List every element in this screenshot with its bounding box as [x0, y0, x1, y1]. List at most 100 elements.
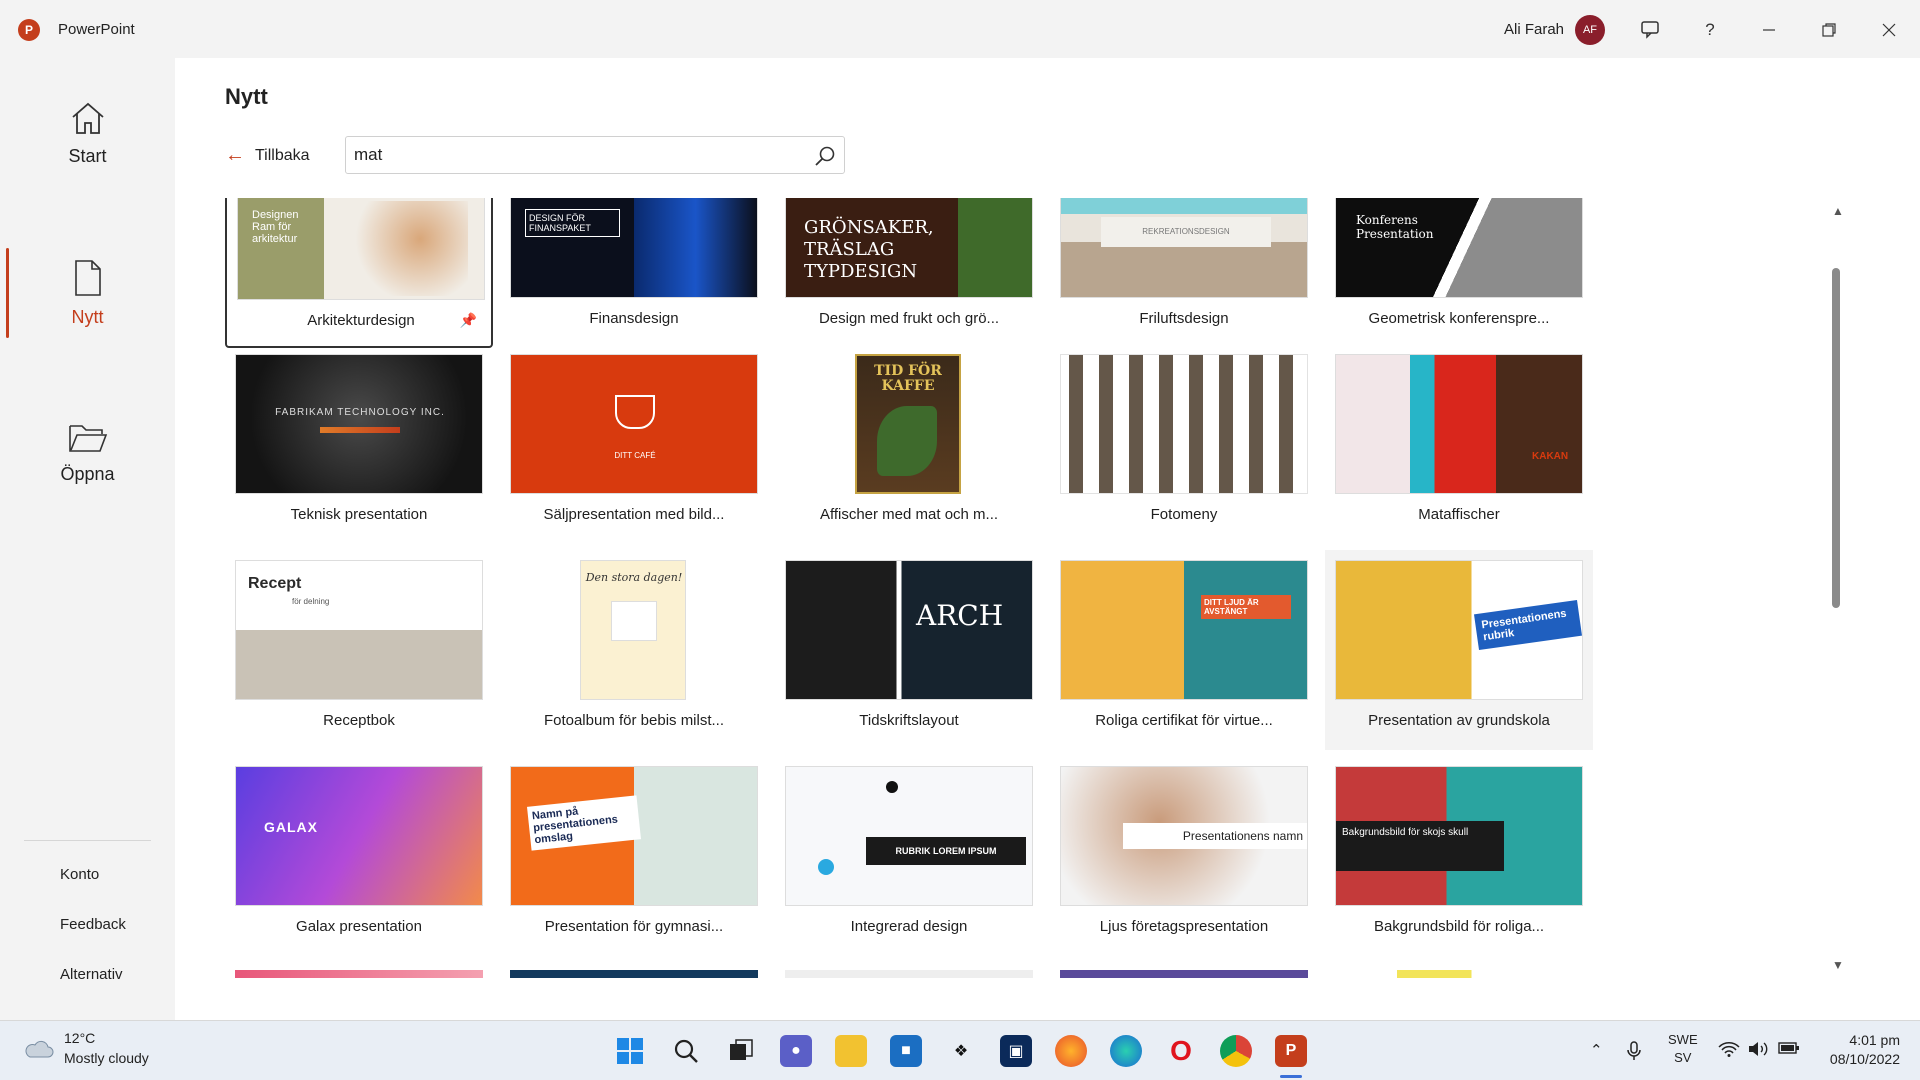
- scrollbar-thumb[interactable]: [1832, 268, 1840, 608]
- thumb-text: Konferens Presentation: [1356, 213, 1434, 241]
- nav-new[interactable]: Nytt: [0, 228, 175, 358]
- template-card[interactable]: REKREATIONSDESIGN Friluftsdesign: [1050, 198, 1318, 348]
- template-thumbnail-peek[interactable]: [1335, 970, 1583, 978]
- template-thumbnail-peek[interactable]: [785, 970, 1033, 978]
- wifi-icon[interactable]: [1718, 1041, 1740, 1061]
- template-card[interactable]: DITT LJUD ÄR AVSTÄNGT Roliga certifikat …: [1050, 550, 1318, 750]
- template-card[interactable]: KAKAN Mataffischer: [1325, 344, 1593, 544]
- powerpoint-taskbar-icon[interactable]: P: [1275, 1035, 1307, 1067]
- template-card[interactable]: Recept för delning Receptbok: [225, 550, 493, 750]
- search-box[interactable]: [345, 136, 845, 174]
- thumb-text: Recept: [248, 575, 302, 592]
- template-card[interactable]: Den stora dagen! Fotoalbum för bebis mil…: [500, 550, 768, 750]
- template-card[interactable]: Namn på presentationens omslag Presentat…: [500, 756, 768, 956]
- battery-icon[interactable]: [1778, 1041, 1800, 1059]
- close-icon[interactable]: [1871, 12, 1907, 48]
- pin-icon[interactable]: 📌: [460, 312, 477, 329]
- template-label: Friluftsdesign: [1139, 310, 1229, 327]
- template-card[interactable]: TID FÖR KAFFE Affischer med mat och m...: [775, 344, 1043, 544]
- chrome-icon[interactable]: [1220, 1035, 1252, 1067]
- thumb-text: RUBRIK LOREM IPSUM: [866, 837, 1026, 865]
- microsoft-store-icon[interactable]: ■: [890, 1035, 922, 1067]
- restore-icon[interactable]: [1811, 12, 1847, 48]
- template-card[interactable]: Presentationens rubrik Presentation av g…: [1325, 550, 1593, 750]
- help-icon[interactable]: ?: [1692, 12, 1728, 48]
- template-card[interactable]: DITT CAFÉ Säljpresentation med bild...: [500, 344, 768, 544]
- volume-icon[interactable]: [1748, 1041, 1770, 1061]
- app-title: PowerPoint: [58, 21, 135, 38]
- template-thumbnail: TID FÖR KAFFE: [855, 354, 961, 494]
- template-thumbnail-peek[interactable]: [1060, 970, 1308, 978]
- template-thumbnail: Bakgrundsbild för skojs skull: [1335, 766, 1583, 906]
- nav-account[interactable]: Konto: [60, 866, 99, 883]
- thumb-text: Designen Ram för arkitektur: [252, 209, 299, 245]
- template-card[interactable]: GRÖNSAKER, TRÄSLAG TYPDESIGN Design med …: [775, 198, 1043, 348]
- back-button[interactable]: ← Tillbaka: [225, 144, 310, 167]
- template-card[interactable]: GALAX Galax presentation: [225, 756, 493, 956]
- weather-description[interactable]: Mostly cloudy: [64, 1050, 149, 1066]
- avatar[interactable]: AF: [1575, 15, 1605, 45]
- nav-start-label: Start: [68, 145, 107, 166]
- minimize-icon[interactable]: [1751, 12, 1787, 48]
- template-label: Bakgrundsbild för roliga...: [1373, 918, 1545, 935]
- left-nav: Start Nytt Öppna Konto Feedback Alternat…: [0, 58, 175, 1020]
- thumb-text: DESIGN FÖR FINANSPAKET: [525, 209, 620, 237]
- template-thumbnail: DITT LJUD ÄR AVSTÄNGT: [1060, 560, 1308, 700]
- cloud-icon[interactable]: [22, 1037, 54, 1059]
- nav-start[interactable]: Start: [0, 68, 175, 198]
- firefox-icon[interactable]: [1055, 1035, 1087, 1067]
- template-thumbnail: DITT CAFÉ: [510, 354, 758, 494]
- nav-feedback[interactable]: Feedback: [60, 916, 126, 933]
- template-thumbnail: Namn på presentationens omslag: [510, 766, 758, 906]
- windows-start-icon[interactable]: [614, 1035, 646, 1067]
- template-card[interactable]: DESIGN FÖR FINANSPAKET Finansdesign: [500, 198, 768, 348]
- template-card[interactable]: Konferens Presentation Geometrisk konfer…: [1325, 198, 1593, 348]
- scroll-up-arrow-icon[interactable]: ▲: [1832, 204, 1844, 218]
- file-explorer-icon[interactable]: [835, 1035, 867, 1067]
- clock[interactable]: 4:01 pm 08/10/2022: [1820, 1031, 1900, 1069]
- template-card[interactable]: RUBRIK LOREM IPSUM Integrerad design: [775, 756, 1043, 956]
- template-label: Affischer med mat och m...: [819, 506, 999, 523]
- template-thumbnail: ARCH: [785, 560, 1033, 700]
- thumb-sub: för delning: [292, 597, 330, 606]
- template-thumbnail-peek[interactable]: [510, 970, 758, 978]
- template-card[interactable]: Fotomeny: [1050, 344, 1318, 544]
- template-thumbnail-peek[interactable]: [235, 970, 483, 978]
- teams-chat-icon[interactable]: ●: [780, 1035, 812, 1067]
- opera-icon[interactable]: O: [1165, 1035, 1197, 1067]
- template-card[interactable]: Designen Ram för arkitektur Arkitekturde…: [225, 198, 493, 348]
- new-document-icon: [74, 259, 101, 296]
- template-thumbnail: REKREATIONSDESIGN: [1060, 198, 1308, 298]
- nav-open[interactable]: Öppna: [0, 388, 175, 518]
- search-taskbar-icon[interactable]: [670, 1035, 702, 1067]
- template-thumbnail: Presentationens rubrik: [1335, 560, 1583, 700]
- edge-icon[interactable]: [1110, 1035, 1142, 1067]
- feedback-icon[interactable]: [1632, 12, 1668, 48]
- microphone-icon[interactable]: [1627, 1041, 1641, 1065]
- template-thumbnail: GALAX: [235, 766, 483, 906]
- template-label: Roliga certifikat för virtue...: [1095, 712, 1273, 729]
- search-input[interactable]: [354, 143, 794, 167]
- template-label: Finansdesign: [589, 310, 679, 327]
- template-card[interactable]: FABRIKAM TECHNOLOGY INC. Teknisk present…: [225, 344, 493, 544]
- template-label: Teknisk presentation: [290, 506, 428, 523]
- back-arrow-icon: ←: [225, 144, 245, 166]
- dropbox-icon[interactable]: ❖: [945, 1035, 977, 1067]
- template-label: Design med frukt och grö...: [818, 310, 1000, 327]
- keyboard-layout: SV: [1674, 1050, 1692, 1065]
- weather-temperature[interactable]: 12°C: [64, 1030, 95, 1046]
- template-label: Fotomeny: [1150, 506, 1218, 523]
- nav-options[interactable]: Alternativ: [60, 966, 123, 983]
- template-thumbnail: Den stora dagen!: [580, 560, 686, 700]
- template-card[interactable]: Bakgrundsbild för skojs skull Bakgrundsb…: [1325, 756, 1593, 956]
- scroll-down-arrow-icon[interactable]: ▼: [1832, 958, 1844, 972]
- show-hidden-icons-chevron-icon[interactable]: ⌃: [1590, 1041, 1603, 1059]
- thumb-text: FABRIKAM TECHNOLOGY INC.: [275, 407, 445, 418]
- input-language[interactable]: SWE SV: [1668, 1031, 1698, 1067]
- app-icon[interactable]: ▣: [1000, 1035, 1032, 1067]
- user-name[interactable]: Ali Farah: [1504, 21, 1564, 38]
- template-card[interactable]: Presentationens namn Ljus företagspresen…: [1050, 756, 1318, 956]
- search-icon[interactable]: [814, 145, 836, 167]
- task-view-icon[interactable]: [725, 1035, 757, 1067]
- template-card[interactable]: ARCH Tidskriftslayout: [775, 550, 1043, 750]
